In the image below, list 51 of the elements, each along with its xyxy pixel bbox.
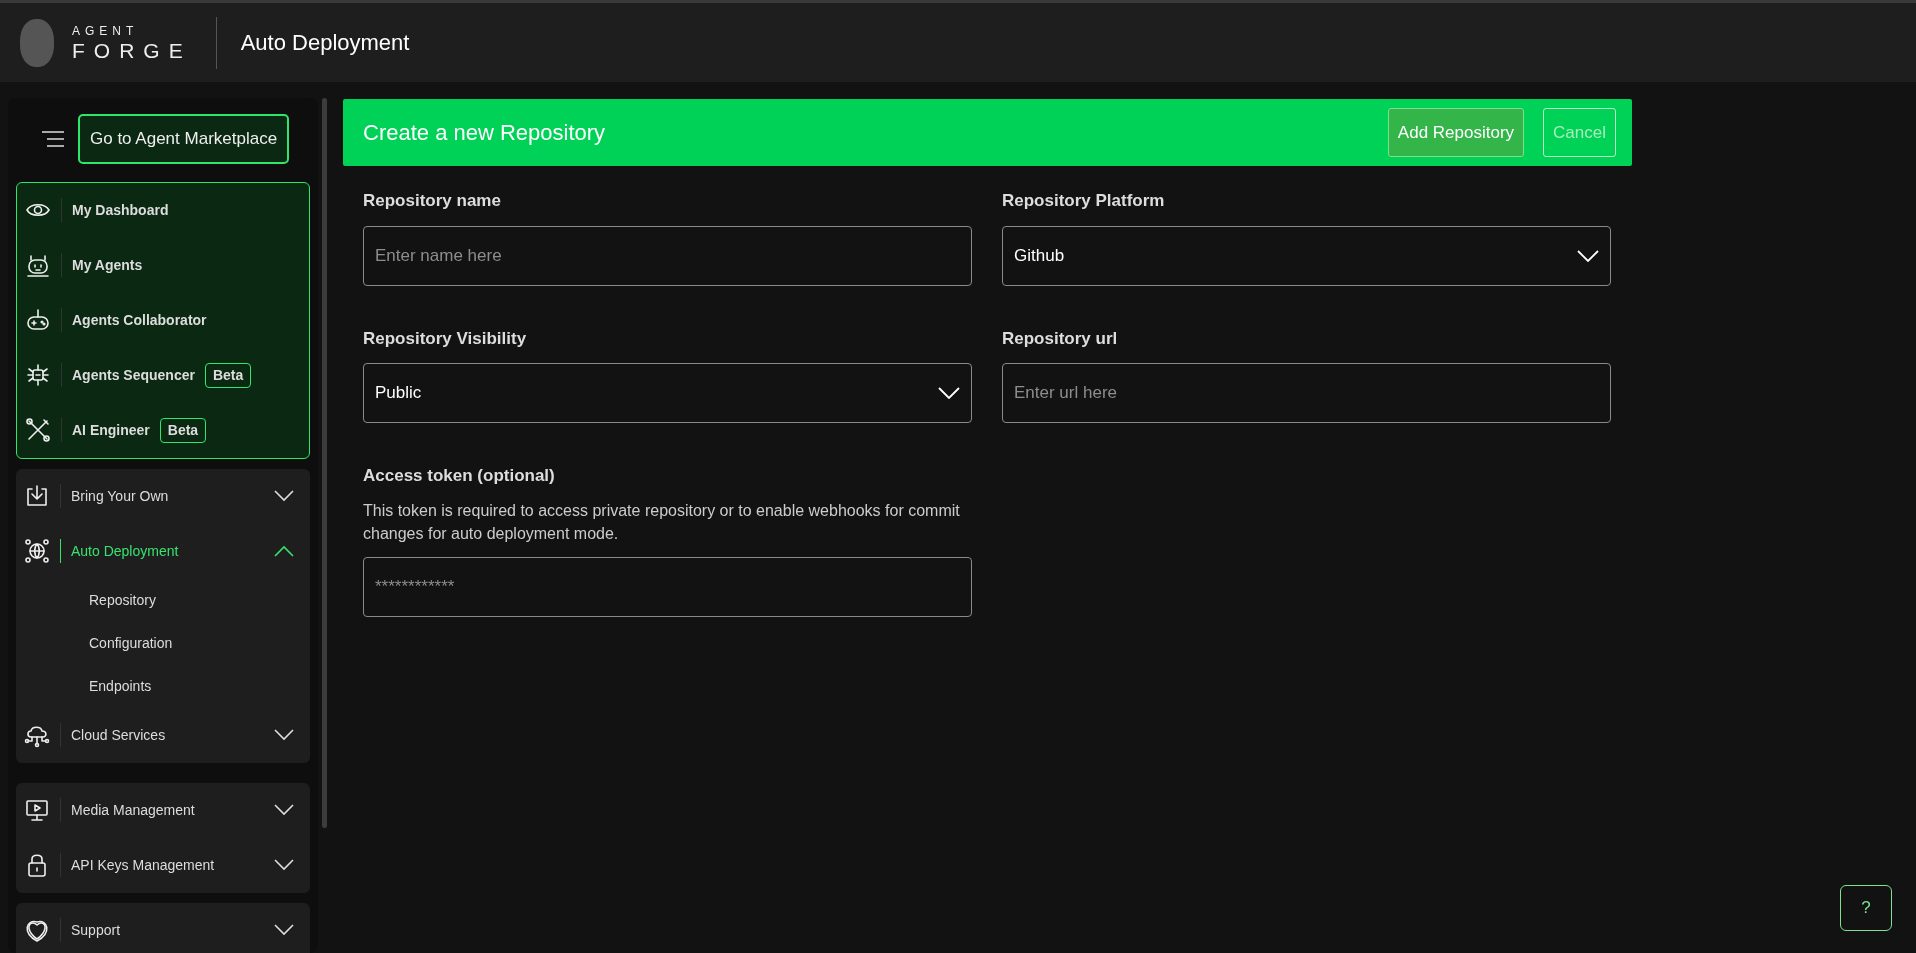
chevron-icon: [1577, 249, 1599, 262]
download-icon: [24, 483, 50, 509]
help-button[interactable]: ?: [1840, 885, 1892, 931]
page-title: Auto Deployment: [240, 29, 410, 57]
field-label: Repository Platform: [1002, 190, 1166, 212]
input-field[interactable]: ************: [363, 556, 972, 617]
submenu-item[interactable]: Configuration: [16, 621, 310, 665]
sidebar-item[interactable]: Agents Collaborator: [17, 292, 309, 348]
input-field[interactable]: Enter url here: [1002, 363, 1611, 423]
robot-icon: [25, 252, 51, 278]
chevron-icon: [274, 729, 294, 741]
field-label: Repository url: [1002, 327, 1119, 350]
sidebar-item[interactable]: Support: [16, 902, 310, 953]
logo-text: AGENT: [72, 24, 140, 37]
input-field[interactable]: Enter name here: [363, 225, 972, 286]
sidebar-item[interactable]: Auto Deployment: [16, 523, 310, 579]
form-title: Create a new Repository: [363, 119, 606, 147]
globe-icon: [24, 538, 50, 564]
chevron-icon: [938, 387, 960, 399]
sidebar-item[interactable]: Cloud Services: [16, 707, 310, 763]
field-description: This token is required to access private repository or to enable webhooks for commit changes for auto deployment mode.: [363, 500, 961, 544]
sidebar-item[interactable]: Agents Sequencer Beta: [17, 347, 309, 403]
dropdown-field[interactable]: Public: [363, 363, 972, 423]
scrollbar[interactable]: [321, 98, 327, 828]
marketplace-button[interactable]: Go to Agent Marketplace: [78, 114, 290, 164]
sidebar-item[interactable]: Bring Your Own: [16, 468, 310, 524]
chevron-icon: [274, 859, 294, 871]
dropdown-field[interactable]: Github: [1002, 225, 1611, 286]
field-label: Repository Visibility: [363, 327, 528, 350]
monitor-icon: [24, 797, 50, 823]
chevron-icon: [274, 545, 294, 557]
chevron-icon: [274, 804, 294, 816]
field-label: Repository name: [363, 190, 502, 212]
chevron-icon: [274, 490, 294, 502]
tools-icon: [25, 417, 51, 443]
bug-icon: [25, 362, 51, 388]
sidebar-item[interactable]: My Agents: [17, 237, 309, 293]
sidebar-item[interactable]: API Keys Management: [16, 837, 310, 893]
menu-icon[interactable]: [42, 130, 64, 147]
sidebar-item[interactable]: Media Management: [16, 782, 310, 838]
chevron-icon: [274, 924, 294, 936]
logo-text: FORGE: [72, 39, 192, 61]
submenu-item[interactable]: Repository: [16, 578, 310, 622]
beta-tag: Beta: [159, 417, 207, 443]
field-label: Access token (optional): [363, 465, 556, 487]
submenu-item[interactable]: Endpoints: [16, 664, 310, 708]
logo-avatar: [20, 18, 54, 67]
gamepad-icon: [25, 307, 51, 333]
beta-tag: Beta: [204, 362, 252, 388]
sidebar-item[interactable]: AI Engineer Beta: [17, 402, 309, 458]
sidebar-item[interactable]: My Dashboard: [17, 182, 309, 238]
